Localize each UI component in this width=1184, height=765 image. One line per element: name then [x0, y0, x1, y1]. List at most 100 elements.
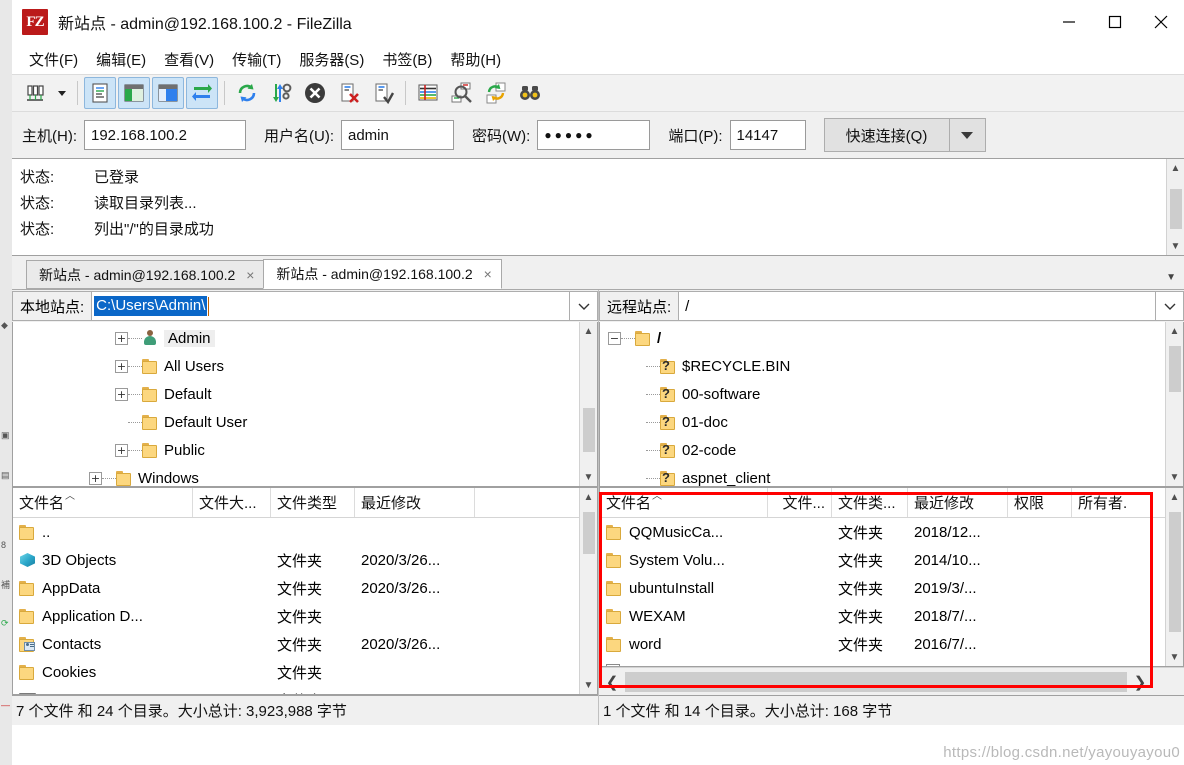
menu-view[interactable]: 查看(V) [155, 46, 223, 73]
maximize-button[interactable] [1092, 0, 1138, 44]
refresh-icon[interactable] [231, 77, 263, 109]
scroll-down-icon[interactable]: ▼ [580, 676, 598, 694]
local-tree-item[interactable]: Default User [13, 408, 579, 436]
local-path-input[interactable]: C:\Users\Admin\ [91, 291, 570, 321]
expand-icon[interactable]: + [115, 443, 128, 457]
expand-icon[interactable]: + [115, 331, 128, 345]
expand-icon[interactable]: + [115, 359, 128, 373]
disconnect-icon[interactable] [333, 77, 365, 109]
site-tab-2[interactable]: 新站点 - admin@192.168.100.2 × [263, 259, 502, 289]
table-row[interactable]: web.config 168 CONF... 2020/4/... [600, 658, 1165, 666]
remote-file-list-scrollbar[interactable]: ▲ ▼ [1165, 488, 1183, 666]
cancel-operation-icon[interactable] [299, 77, 331, 109]
toggle-message-log-icon[interactable] [84, 77, 116, 109]
scrollbar-thumb[interactable] [1169, 346, 1181, 392]
local-tree-item[interactable]: + Public [13, 436, 579, 464]
remote-path-input[interactable]: / [678, 291, 1156, 321]
collapse-icon[interactable]: − [608, 331, 621, 345]
column-header-filetype[interactable]: 文件类... [832, 488, 908, 517]
menu-transfer[interactable]: 传输(T) [223, 46, 290, 73]
table-row[interactable]: Cookies 文件夹 [13, 658, 579, 686]
scrollbar-thumb[interactable] [583, 512, 595, 554]
close-tab-icon[interactable]: × [243, 267, 257, 283]
local-tree-scrollbar[interactable]: ▲ ▼ [579, 322, 597, 486]
message-log-scrollbar[interactable]: ▲ ▼ [1166, 159, 1184, 255]
password-input[interactable]: ●●●●● [537, 120, 651, 150]
scroll-up-icon[interactable]: ▲ [1167, 159, 1184, 177]
column-header-filesize[interactable]: 文件... [768, 488, 832, 517]
minimize-button[interactable] [1046, 0, 1092, 44]
scrollbar-thumb[interactable] [583, 408, 595, 452]
remote-tree-item[interactable]: ? 00-software [600, 380, 1165, 408]
column-header-modified[interactable]: 最近修改 [355, 488, 475, 517]
tab-list-dropdown-icon[interactable]: ▼ [1166, 272, 1176, 283]
menu-file[interactable]: 文件(F) [20, 46, 87, 73]
table-row[interactable]: WEXAM 文件夹 2018/7/... [600, 602, 1165, 630]
local-tree-item[interactable]: + All Users [13, 352, 579, 380]
quickconnect-dropdown-button[interactable] [949, 118, 986, 152]
remote-file-list[interactable]: 文件名 ︿ 文件... 文件类... 最近修改 权限 所有者. QQMusicC… [599, 487, 1184, 667]
remote-tree-scrollbar[interactable]: ▲ ▼ [1165, 322, 1183, 486]
column-header-extra[interactable] [475, 488, 561, 517]
reconnect-icon[interactable] [367, 77, 399, 109]
close-button[interactable] [1138, 0, 1184, 44]
local-tree-item[interactable]: + Windows [13, 464, 579, 486]
find-files-icon[interactable] [514, 77, 546, 109]
remote-path-dropdown-icon[interactable] [1156, 291, 1184, 321]
scroll-up-icon[interactable]: ▲ [580, 488, 598, 506]
local-directory-tree[interactable]: + Admin + All Users + Default Default Us… [12, 322, 598, 487]
scroll-left-icon[interactable]: ❮ [599, 669, 625, 695]
column-header-filename[interactable]: 文件名 ︿ [13, 488, 193, 517]
remote-tree-item[interactable]: ? 01-doc [600, 408, 1165, 436]
scroll-down-icon[interactable]: ▼ [1167, 237, 1184, 255]
site-tab-1[interactable]: 新站点 - admin@192.168.100.2 × [26, 260, 265, 289]
remote-tree-item[interactable]: ? 02-code [600, 436, 1165, 464]
table-row[interactable]: 3D Objects 文件夹 2020/3/26... [13, 546, 579, 574]
remote-directory-tree[interactable]: − / ? $RECYCLE.BIN ? 00-software ? 01-do… [599, 322, 1184, 487]
local-tree-item[interactable]: + Default [13, 380, 579, 408]
table-row[interactable]: System Volu... 文件夹 2014/10... [600, 546, 1165, 574]
close-tab-icon[interactable]: × [481, 266, 495, 282]
local-path-dropdown-icon[interactable] [570, 291, 598, 321]
column-header-filename[interactable]: 文件名 ︿ [600, 488, 768, 517]
table-row[interactable]: Desktop 文件夹 2020/4/12... [13, 686, 579, 694]
scroll-right-icon[interactable]: ❯ [1127, 669, 1153, 695]
port-input[interactable]: 14147 [729, 120, 806, 150]
column-header-permissions[interactable]: 权限 [1008, 488, 1072, 517]
table-row[interactable]: word 文件夹 2016/7/... [600, 630, 1165, 658]
menu-bookmarks[interactable]: 书签(B) [373, 46, 441, 73]
scroll-down-icon[interactable]: ▼ [1166, 648, 1184, 666]
local-tree-item[interactable]: + Admin [13, 324, 579, 352]
scroll-up-icon[interactable]: ▲ [1166, 488, 1184, 506]
username-input[interactable]: admin [341, 120, 454, 150]
remote-horizontal-scrollbar[interactable]: ❮ ❯ [599, 667, 1184, 695]
column-header-modified[interactable]: 最近修改 [908, 488, 1008, 517]
scrollbar-thumb[interactable] [1169, 512, 1181, 632]
scroll-down-icon[interactable]: ▼ [1166, 468, 1184, 486]
scroll-up-icon[interactable]: ▲ [1166, 322, 1184, 340]
table-row[interactable]: ubuntuInstall 文件夹 2019/3/... [600, 574, 1165, 602]
toggle-local-tree-icon[interactable] [118, 77, 150, 109]
scrollbar-thumb[interactable] [1170, 189, 1182, 229]
toggle-transfer-queue-icon[interactable] [186, 77, 218, 109]
expand-icon[interactable]: + [89, 471, 102, 485]
toggle-remote-tree-icon[interactable] [152, 77, 184, 109]
process-queue-icon[interactable] [265, 77, 297, 109]
column-header-filetype[interactable]: 文件类型 [271, 488, 355, 517]
menu-help[interactable]: 帮助(H) [441, 46, 510, 73]
quickconnect-button[interactable]: 快速连接(Q) [823, 118, 950, 152]
table-row[interactable]: AppData 文件夹 2020/3/26... [13, 574, 579, 602]
expand-icon[interactable]: + [115, 387, 128, 401]
local-file-list-scrollbar[interactable]: ▲ ▼ [579, 488, 597, 694]
remote-tree-item[interactable]: − / [600, 324, 1165, 352]
menu-edit[interactable]: 编辑(E) [87, 46, 155, 73]
site-manager-dropdown-icon[interactable] [53, 77, 71, 109]
scroll-down-icon[interactable]: ▼ [580, 468, 598, 486]
remote-tree-item[interactable]: ? $RECYCLE.BIN [600, 352, 1165, 380]
table-row[interactable]: Application D... 文件夹 [13, 602, 579, 630]
remote-tree-item[interactable]: ? aspnet_client [600, 464, 1165, 486]
filter-icon[interactable] [412, 77, 444, 109]
table-row[interactable]: Contacts 文件夹 2020/3/26... [13, 630, 579, 658]
column-header-filesize[interactable]: 文件大... [193, 488, 271, 517]
scroll-up-icon[interactable]: ▲ [580, 322, 598, 340]
